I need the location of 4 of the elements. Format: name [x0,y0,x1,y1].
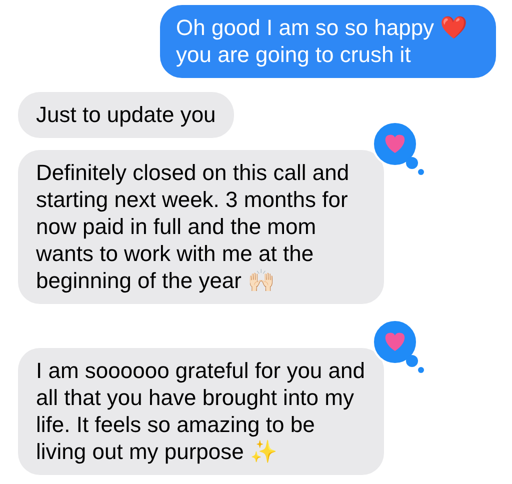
message-bubble: Definitely closed on this call and starting next week. 3 months for now paid in full and the mom wants to work with me at the beginning of the year 🙌🏻 [18,150,384,304]
message-bubble: Just to update you [18,92,234,138]
message-bubble: Oh good I am so so happy ❤ you are going to crush it [160,5,496,78]
message-bubble: I am soooooo grateful for you and all that you have brought into my life. It feels so amazing to be living out my purpose ✨ [18,348,384,475]
